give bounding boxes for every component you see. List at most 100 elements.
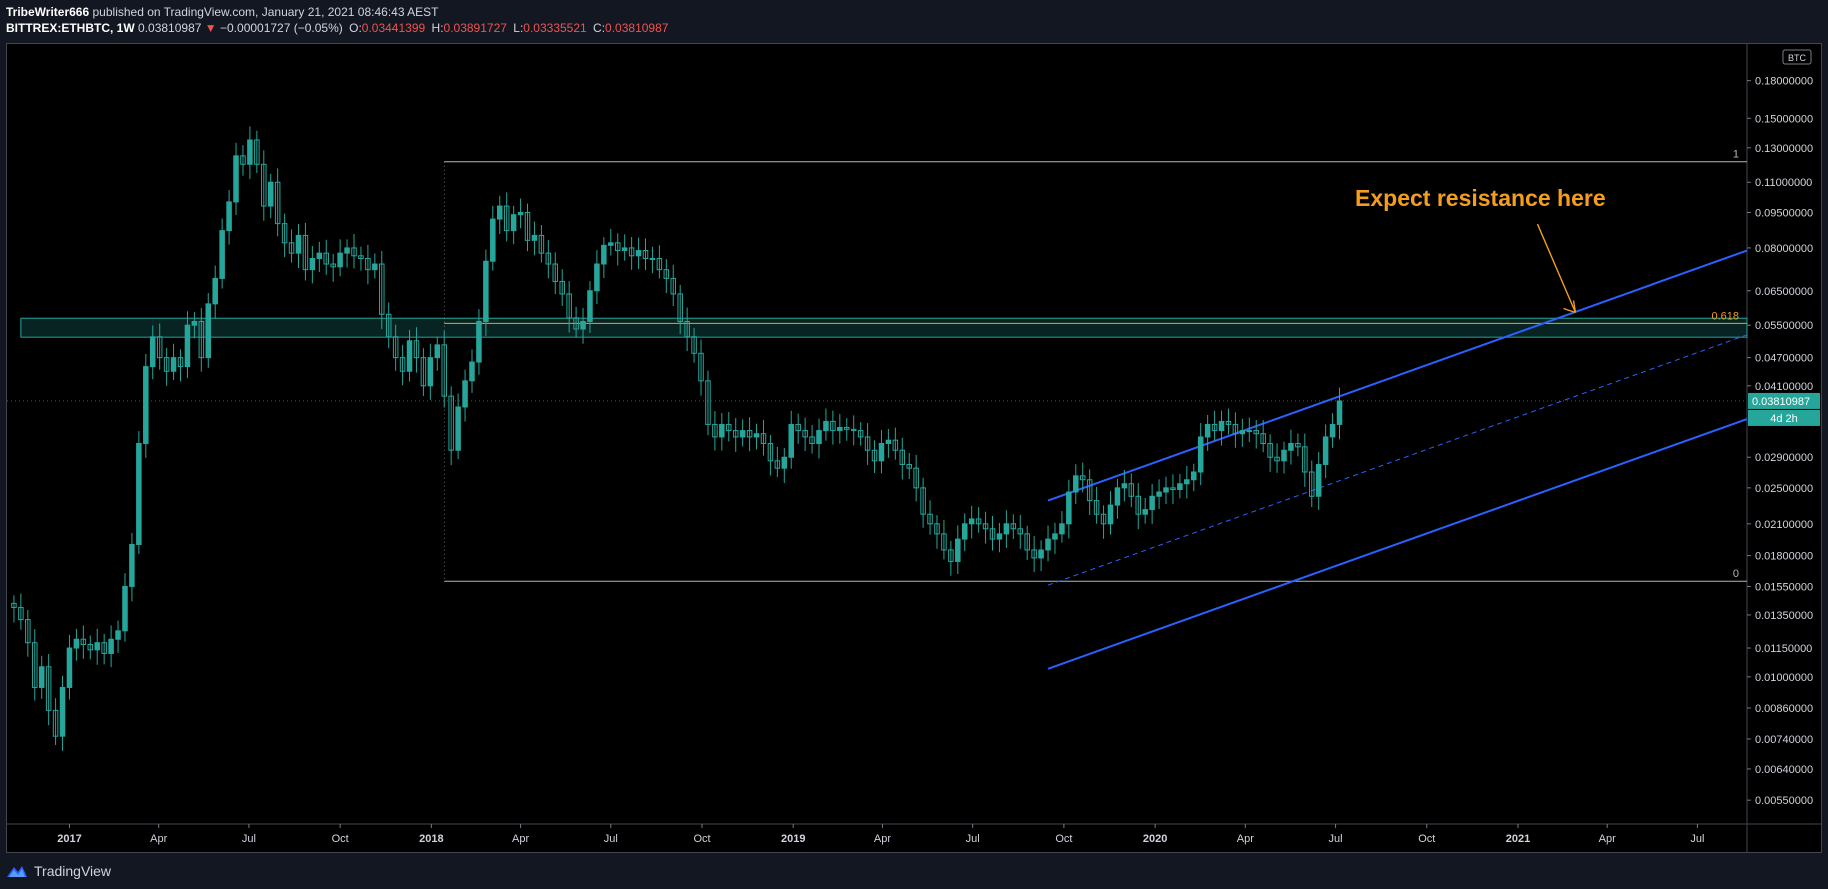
candle-body	[601, 244, 607, 265]
high-value: 0.03891727	[443, 21, 507, 35]
candle-body	[267, 181, 274, 207]
candle-body	[1149, 495, 1155, 511]
price-tick-label: 0.01800000	[1755, 551, 1813, 563]
candle-body	[184, 324, 191, 368]
candle-body	[1288, 442, 1294, 451]
candle-body	[496, 205, 503, 220]
candle-body	[66, 647, 73, 688]
support-resistance-zone	[20, 317, 1748, 338]
low-value: 0.03335521	[523, 21, 587, 35]
candle-body	[1191, 471, 1197, 481]
time-tick-label: Oct	[332, 833, 349, 845]
candle-body	[961, 523, 968, 540]
candle-body	[1315, 463, 1322, 497]
candle-body	[1107, 504, 1114, 525]
candle-body	[372, 263, 378, 271]
candle-body	[608, 242, 614, 246]
candle-body	[1066, 491, 1072, 525]
candle-body	[247, 139, 253, 165]
tradingview-logo-icon[interactable]	[6, 864, 28, 878]
candle-body	[38, 666, 45, 688]
down-arrow-icon: ▼	[204, 21, 217, 35]
candle-body	[781, 456, 788, 469]
candle-body	[1059, 523, 1065, 535]
candle-body	[1121, 483, 1128, 489]
price-tick-label: 0.11000000	[1755, 177, 1812, 189]
candle-body	[170, 357, 177, 372]
time-tick-label: Jul	[1329, 833, 1343, 845]
candle-body	[476, 320, 482, 363]
candle-body	[580, 320, 586, 330]
candle-body	[816, 430, 822, 444]
candle-body	[517, 211, 524, 216]
candle-body	[427, 357, 434, 387]
countdown-label: 4d 2h	[1770, 413, 1798, 425]
footer: TradingView	[6, 859, 111, 883]
candle-body	[219, 230, 225, 279]
candle-body	[621, 247, 628, 252]
price-tick-label: 0.05500000	[1755, 320, 1813, 332]
price-tick-label: 0.15000000	[1755, 113, 1813, 125]
candle-body	[191, 320, 198, 326]
candle-body	[1336, 400, 1343, 425]
candle-body	[344, 247, 350, 254]
candle-body	[115, 630, 121, 640]
candle-body	[1204, 423, 1211, 438]
price-tick-label: 0.13000000	[1755, 143, 1813, 155]
price-tick-label: 0.04700000	[1755, 353, 1813, 365]
candle-body	[462, 380, 468, 408]
chart-header: TribeWriter666 published on TradingView.…	[6, 4, 668, 36]
candle-body	[1322, 436, 1329, 465]
candle-body	[719, 423, 725, 438]
candle-body	[1142, 509, 1148, 515]
price-tick-label: 0.02900000	[1755, 452, 1813, 464]
close-value: 0.03810987	[605, 21, 669, 35]
time-tick-label: Jul	[1690, 833, 1704, 845]
chart-pane[interactable]: 0.18000000 0.15000000 0.13000000 0.11000000…	[6, 43, 1822, 853]
price-tick-label: 0.08000000	[1755, 243, 1813, 255]
author-name[interactable]: TribeWriter666	[6, 5, 89, 19]
candle-body	[309, 258, 316, 271]
candle-body	[136, 442, 142, 545]
candle-body	[94, 642, 100, 651]
candle-body	[1073, 475, 1079, 493]
fib-level-label: 0.618	[1711, 310, 1739, 322]
time-tick-label: Apr	[150, 833, 167, 845]
candle-body	[129, 543, 135, 587]
candle-body	[1177, 483, 1183, 491]
time-tick-label: Jul	[966, 833, 980, 845]
time-tick-label: Oct	[1418, 833, 1435, 845]
candle-body	[233, 155, 239, 203]
candle-body	[1184, 479, 1190, 485]
price-chart[interactable]: 0.18000000 0.15000000 0.13000000 0.11000000…	[7, 44, 1821, 852]
candle-body	[1197, 436, 1204, 473]
candle-body	[531, 234, 538, 241]
annotation-arrow	[1536, 223, 1577, 313]
candle-body	[483, 260, 489, 322]
open-label: O:	[349, 21, 362, 35]
candle-body	[406, 340, 413, 372]
published-text: published on TradingView.com, January 21…	[92, 5, 439, 19]
time-tick-label: 2020	[1143, 833, 1167, 845]
candle-body	[1239, 430, 1246, 435]
candle-body	[635, 250, 642, 257]
price-tick-label: 0.02500000	[1755, 483, 1813, 495]
arrow-head-icon	[1563, 300, 1577, 314]
candle-body	[510, 214, 517, 232]
currency-label: BTC	[1788, 53, 1807, 63]
channel-upper-line	[1047, 249, 1748, 502]
ohlc-line: BITTREX:ETHBTC, 1W 0.03810987 ▼ −0.00001…	[6, 20, 668, 36]
candle-body	[1052, 533, 1058, 540]
brand-name[interactable]: TradingView	[34, 863, 111, 879]
price-tick-label: 0.00640000	[1755, 764, 1813, 776]
candle-body	[316, 252, 323, 260]
symbol-label[interactable]: BITTREX:ETHBTC, 1W	[6, 21, 135, 35]
last-price-label: 0.03810987	[1752, 396, 1810, 408]
candle-body	[823, 420, 829, 432]
candle-body	[1281, 449, 1287, 462]
candle-body	[878, 442, 885, 462]
candle-body	[1163, 487, 1169, 493]
price-tick-label: 0.01350000	[1755, 610, 1813, 622]
last-price: 0.03810987	[138, 21, 202, 35]
time-tick-label: 2017	[57, 833, 81, 845]
